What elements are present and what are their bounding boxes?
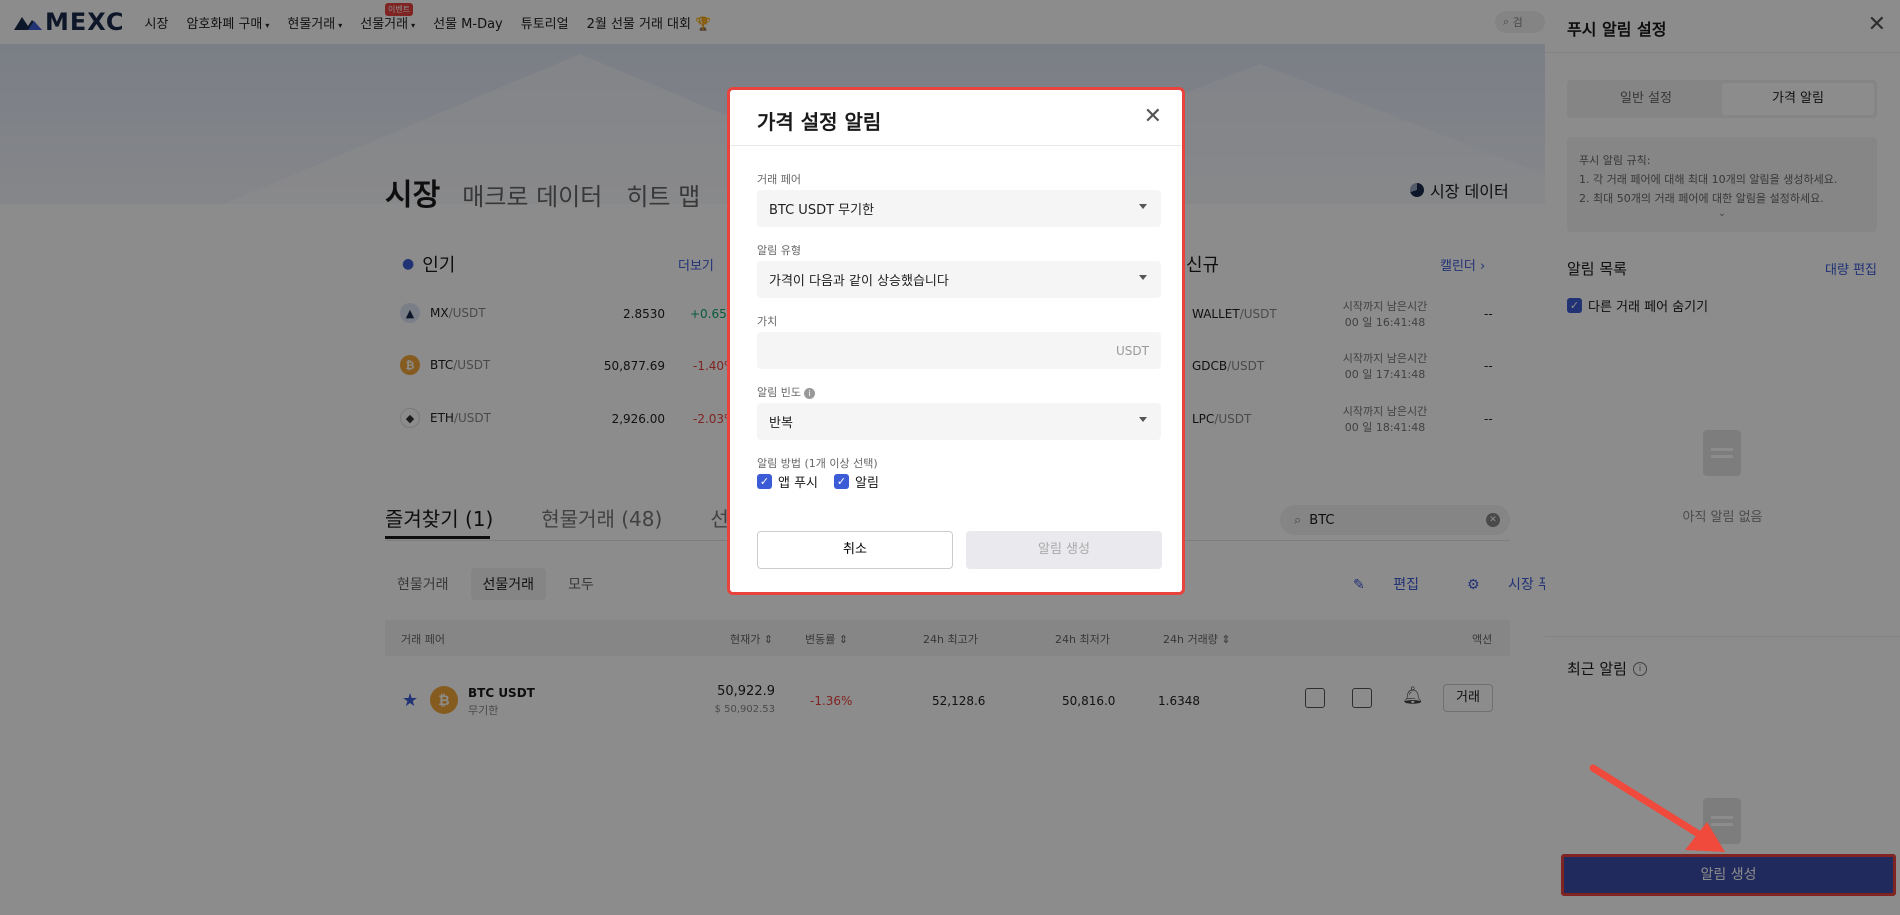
alert-type-value: 가격이 다음과 같이 상승했습니다 bbox=[769, 274, 949, 289]
panel-title: 푸시 알림 설정 bbox=[1567, 20, 1667, 39]
app-push-checkbox[interactable]: ✓ bbox=[757, 474, 772, 489]
alert-checkbox[interactable]: ✓ bbox=[834, 474, 850, 489]
app-push-label: 앱 푸시 bbox=[778, 476, 819, 491]
value-unit: USDT bbox=[1116, 343, 1149, 358]
recent-alerts-title: 최근 알림 i bbox=[1567, 658, 1647, 679]
frequency-label: 알림 빈도 i bbox=[757, 384, 815, 400]
create-alert-button[interactable]: 알림 생성 bbox=[966, 531, 1162, 569]
frequency-select[interactable]: 반복 bbox=[757, 403, 1161, 440]
info-icon[interactable]: i bbox=[1632, 661, 1647, 676]
hide-other-label: 다른 거래 페어 숨기기 bbox=[1588, 300, 1709, 315]
empty-alerts-text: 아직 알림 없음 bbox=[1682, 510, 1763, 525]
tab-price-alerts[interactable]: 가격 알림 bbox=[1722, 83, 1874, 115]
divider bbox=[1545, 636, 1900, 637]
pair-label: 거래 페어 bbox=[757, 173, 801, 186]
price-alert-modal: 가격 설정 알림 ✕ 거래 페어 BTC USDT 무기한 알림 유형 가격이 … bbox=[727, 87, 1185, 595]
caret-down-icon bbox=[1139, 417, 1147, 422]
method-label: 알림 방법 (1개 이상 선택) bbox=[757, 457, 878, 470]
caret-down-icon bbox=[1139, 275, 1147, 280]
alert-label: 알림 bbox=[855, 476, 879, 491]
cancel-button[interactable]: 취소 bbox=[757, 531, 953, 569]
pair-select[interactable]: BTC USDT 무기한 bbox=[757, 190, 1161, 227]
empty-document-icon bbox=[1703, 430, 1741, 476]
value-input[interactable]: USDT bbox=[757, 332, 1161, 369]
divider bbox=[1545, 52, 1900, 53]
rule-item: 2. 최대 50개의 거래 페어에 대한 알림을 설정하세요. bbox=[1579, 192, 1824, 205]
rule-item: 1. 각 거래 페어에 대해 최대 10개의 알림을 생성하세요. bbox=[1579, 173, 1838, 186]
tab-general-settings[interactable]: 일반 설정 bbox=[1570, 83, 1722, 115]
value-label: 가치 bbox=[757, 315, 778, 328]
alert-rules-box: 푸시 알림 규칙: 1. 각 거래 페어에 대해 최대 10개의 알림을 생성하… bbox=[1567, 137, 1877, 232]
close-icon[interactable]: ✕ bbox=[1868, 14, 1886, 36]
alert-type-label: 알림 유형 bbox=[757, 244, 801, 257]
close-icon[interactable]: ✕ bbox=[1144, 106, 1162, 128]
chevron-down-icon[interactable]: ⌄ bbox=[1579, 208, 1865, 220]
frequency-label-text: 알림 빈도 bbox=[757, 386, 801, 399]
bulk-edit-link[interactable]: 대량 편집 bbox=[1825, 259, 1877, 278]
recent-title-text: 최근 알림 bbox=[1567, 660, 1627, 678]
rules-title: 푸시 알림 규칙: bbox=[1579, 154, 1651, 167]
modal-header: 가격 설정 알림 ✕ bbox=[730, 90, 1182, 146]
create-alert-button[interactable]: 알림 생성 bbox=[1564, 857, 1893, 893]
modal-title: 가격 설정 알림 bbox=[757, 110, 882, 134]
alert-list-title: 알림 목록 bbox=[1567, 260, 1627, 278]
hide-other-checkbox[interactable]: ✓ bbox=[1567, 298, 1582, 313]
caret-down-icon bbox=[1139, 204, 1147, 209]
hide-other-pairs[interactable]: ✓ 다른 거래 페어 숨기기 bbox=[1567, 296, 1708, 315]
alert-type-select[interactable]: 가격이 다음과 같이 상승했습니다 bbox=[757, 261, 1161, 298]
pair-value: BTC USDT 무기한 bbox=[769, 203, 875, 218]
frequency-value: 반복 bbox=[769, 416, 793, 431]
create-alert-highlight: 알림 생성 bbox=[1561, 854, 1896, 896]
annotation-arrow-icon bbox=[1589, 764, 1725, 852]
panel-tabs: 일반 설정 가격 알림 bbox=[1567, 80, 1877, 118]
info-icon[interactable]: i bbox=[803, 387, 815, 399]
method-checkboxes: ✓ 앱 푸시 ✓ 알림 bbox=[757, 472, 895, 491]
